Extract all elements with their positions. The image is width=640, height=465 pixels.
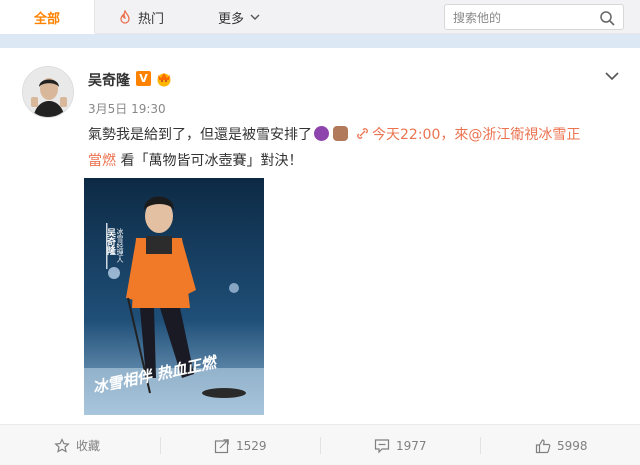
post-text: 氣勢我是給到了，但還是被雪安排了 今天22:00，來@浙江衛視冰雪正當燃 看「萬物…: [88, 122, 618, 174]
comment-icon: [374, 438, 390, 453]
comment-button[interactable]: 1977: [374, 425, 427, 465]
verified-badge: V: [136, 71, 151, 86]
post-timestamp[interactable]: 3月5日 19:30: [88, 100, 166, 117]
flame-icon: [120, 10, 130, 24]
post-text-tail: 看「萬物皆可冰壺賽」對決！: [116, 153, 303, 169]
favorite-label: 收藏: [76, 439, 101, 453]
action-bar: 收藏 1529 1977 5998: [0, 424, 640, 465]
post-link[interactable]: 今天22:00，來@浙江衛視冰雪正: [372, 127, 580, 143]
header-band: [0, 34, 640, 48]
crown-icon: [157, 73, 171, 87]
forward-count: 1529: [236, 438, 267, 453]
post-image[interactable]: 冰雪经理人 吴奇隆 冰雪相伴 热血正燃: [84, 178, 264, 415]
search-box: [444, 4, 624, 30]
avatar-image: [23, 67, 73, 117]
post-link-continued[interactable]: 當燃: [88, 153, 116, 169]
top-nav: 全部 热门 更多: [0, 0, 640, 35]
post-text-main: 氣勢我是給到了，但還是被雪安排了: [88, 127, 312, 143]
tab-hot-label: 热门: [138, 11, 165, 27]
thumbs-up-icon: [535, 438, 551, 453]
devil-emoji-icon: [314, 126, 329, 141]
star-icon: [54, 437, 70, 453]
favorite-button[interactable]: 收藏: [54, 425, 100, 465]
tab-hot[interactable]: 热门: [118, 0, 164, 34]
poster-caption-name: 吴奇隆: [105, 228, 116, 256]
tab-all-label: 全部: [33, 11, 60, 27]
hand-emoji-icon: [333, 126, 348, 141]
chevron-down-icon[interactable]: [604, 70, 620, 82]
chevron-down-icon: [250, 14, 260, 20]
search-icon[interactable]: [599, 10, 615, 26]
tab-all[interactable]: 全部: [0, 0, 95, 35]
avatar[interactable]: [22, 66, 74, 118]
like-button[interactable]: 5998: [535, 425, 588, 465]
tab-more-label: 更多: [218, 11, 245, 27]
action-divider: [480, 437, 481, 454]
forward-button[interactable]: 1529: [214, 425, 267, 465]
post-card: 吴奇隆 V 3月5日 19:30 氣勢我是給到了，但還是被雪安排了 今天22:00…: [0, 48, 640, 465]
action-divider: [160, 437, 161, 454]
action-divider: [320, 437, 321, 454]
like-count: 5998: [557, 438, 588, 453]
link-icon: [357, 128, 368, 139]
comment-count: 1977: [396, 438, 427, 453]
search-input[interactable]: [453, 9, 593, 27]
username[interactable]: 吴奇隆: [88, 70, 130, 90]
forward-icon: [214, 438, 229, 453]
poster-image: 冰雪经理人 吴奇隆 冰雪相伴 热血正燃: [84, 178, 264, 415]
poster-caption-role: 冰雪经理人: [116, 227, 124, 263]
tab-more[interactable]: 更多: [218, 0, 261, 34]
